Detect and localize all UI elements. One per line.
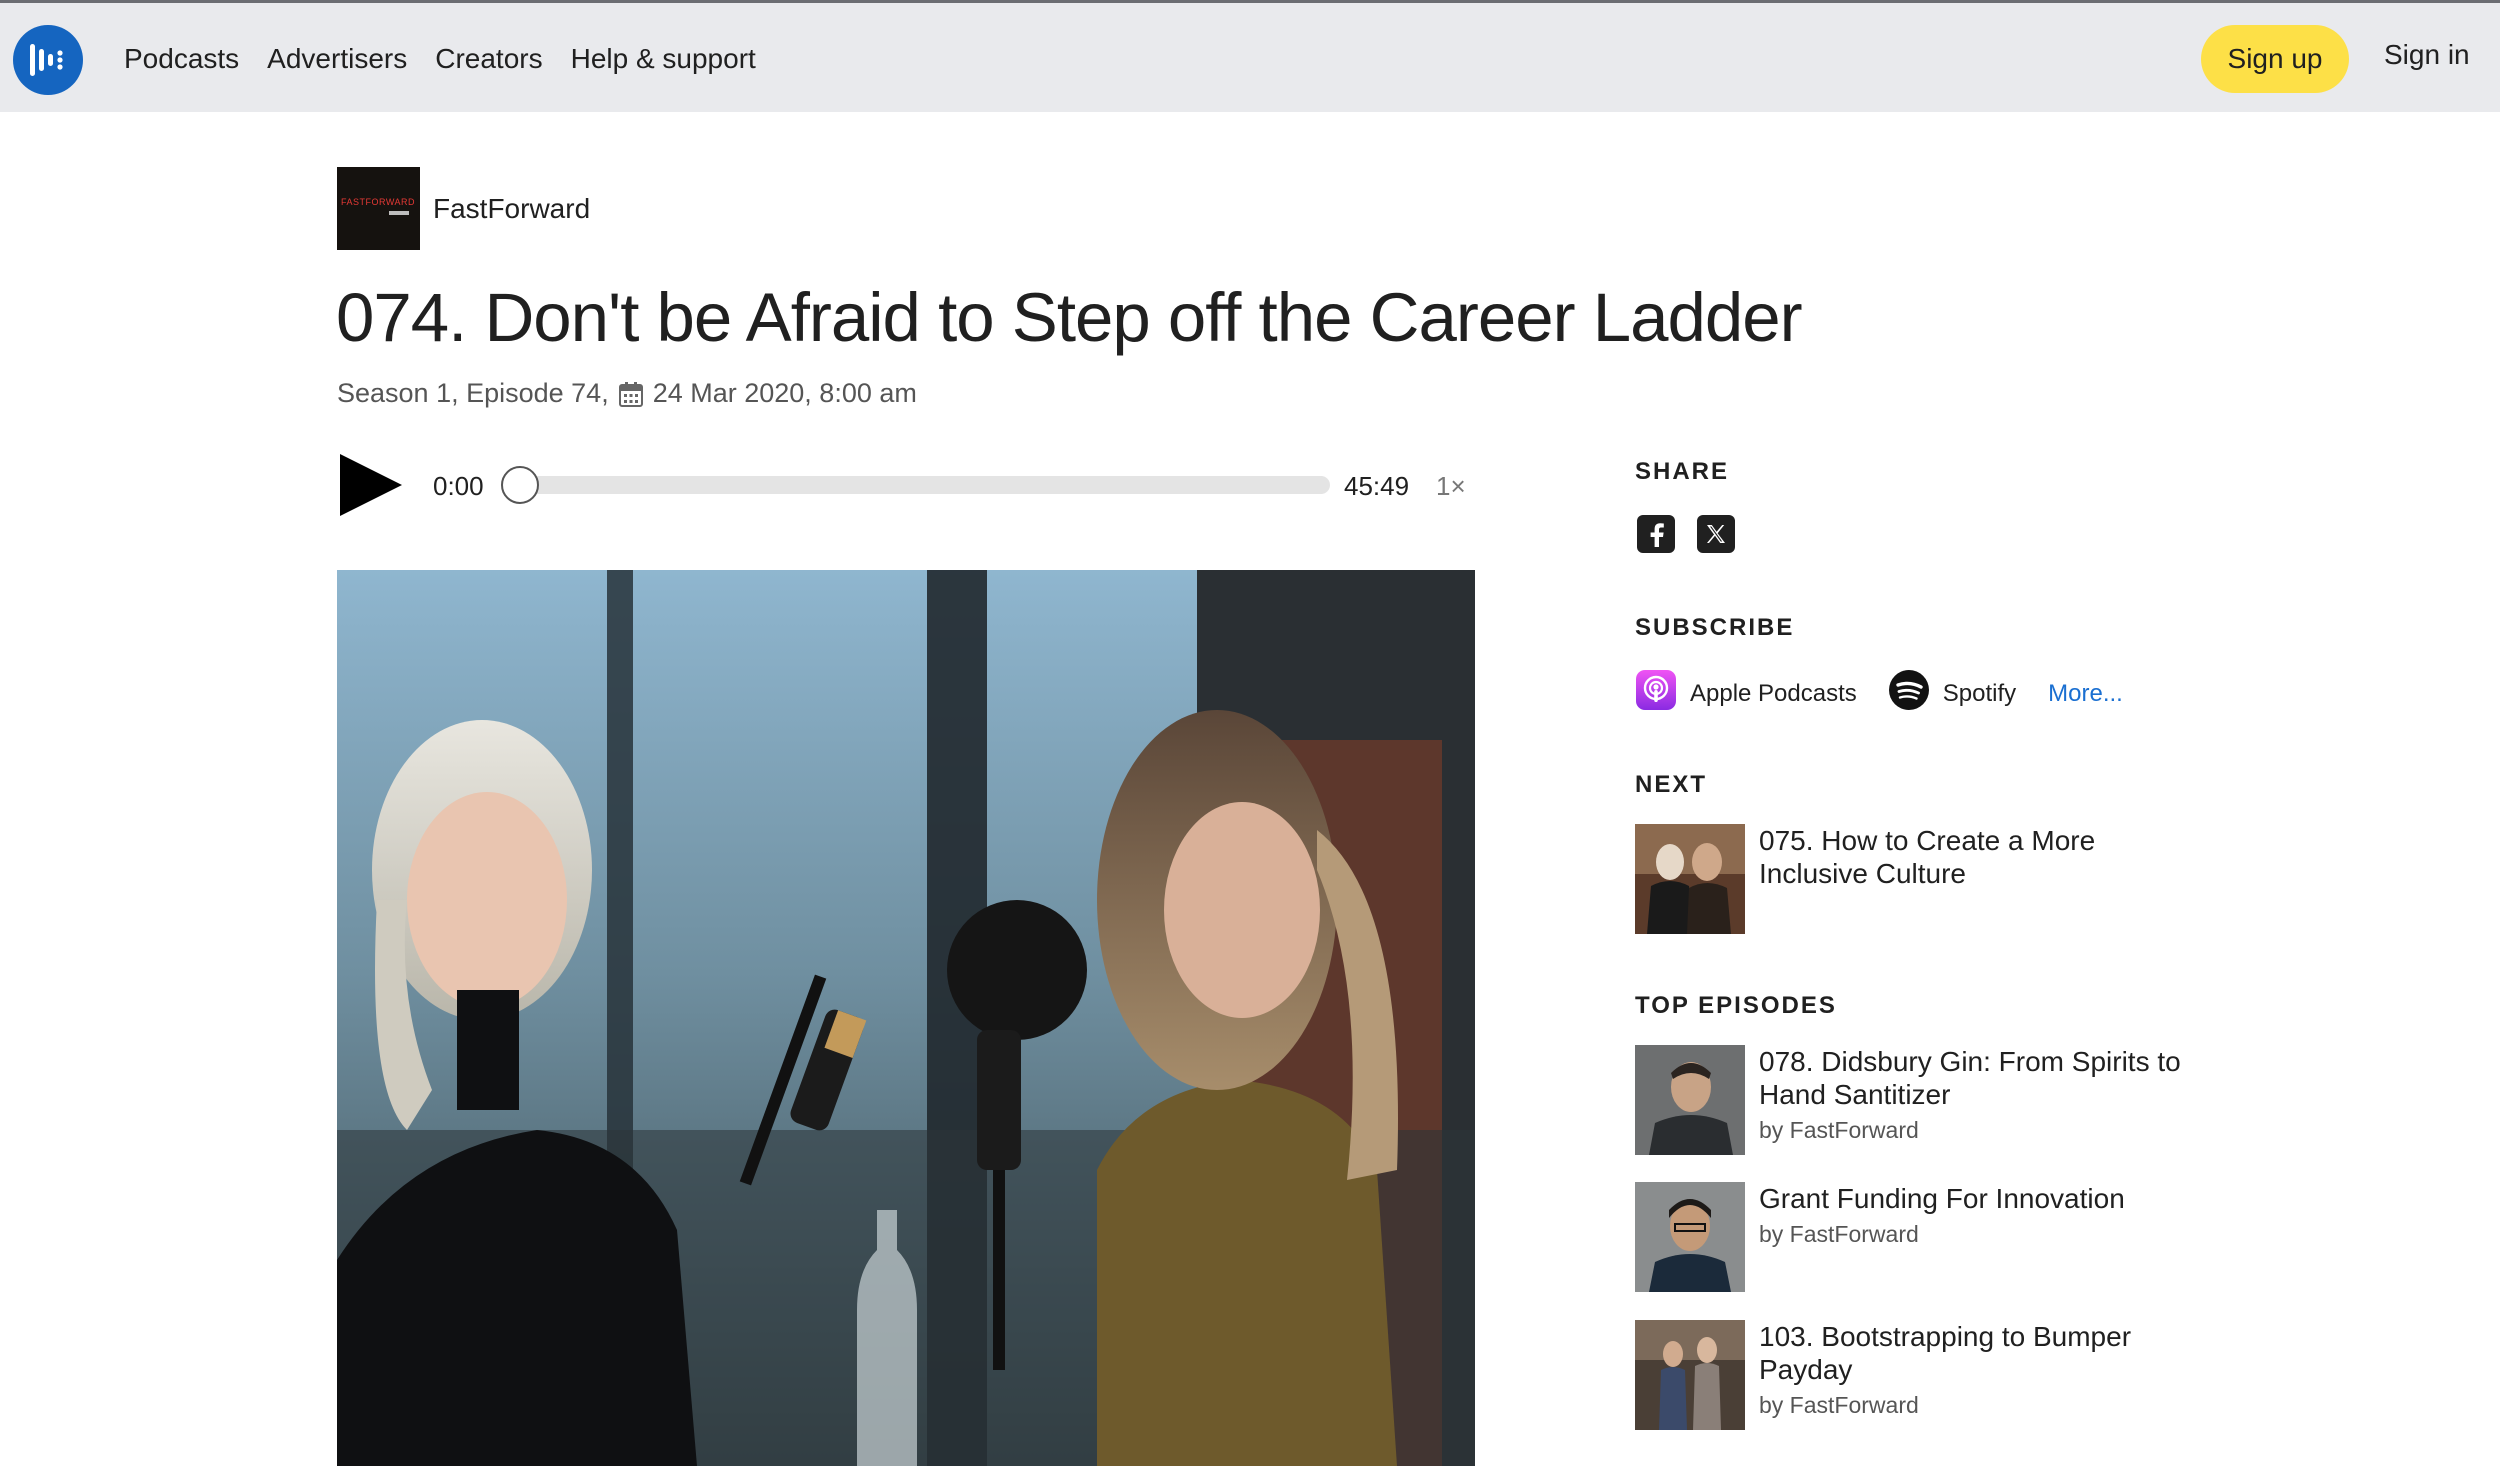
publish-date: 24 Mar 2020, 8:00 am [652,378,917,408]
progress-track[interactable] [520,476,1330,494]
top-episode-thumbnail [1635,1182,1745,1292]
top-episodes-heading: TOP EPISODES [1635,992,1837,1019]
nav-podcasts-link[interactable]: Podcasts [124,43,239,75]
apple-podcasts-label: Apple Podcasts [1690,679,1857,707]
x-icon[interactable] [1697,515,1735,553]
next-episode-card[interactable]: 075. How to Create a More Inclusive Cult… [1635,824,2199,934]
sign-in-link[interactable]: Sign in [2384,39,2470,71]
subscribe-options: Apple Podcasts Spotify More... [1636,670,2123,717]
show-artwork-mark [389,211,409,215]
sign-up-button[interactable]: Sign up [2201,25,2349,93]
season-episode-label: Season 1, Episode 74, [337,378,609,408]
nav-creators-link[interactable]: Creators [435,43,542,75]
spotify-label: Spotify [1942,679,2017,707]
subscribe-heading: SUBSCRIBE [1635,614,1795,641]
progress-scrubber-handle[interactable] [501,466,539,504]
play-button[interactable] [338,452,404,518]
episode-artwork-image [337,570,1475,1466]
show-artwork[interactable]: FASTFORWARD [337,167,420,250]
episode-title: 074. Don't be Afraid to Step off the Car… [336,279,1803,356]
total-duration: 45:49 [1344,471,1410,501]
playback-speed-button[interactable]: 1× [1436,471,1466,502]
top-episode-item[interactable]: 103. Bootstrapping to Bumper Payday by F… [1635,1320,2199,1430]
nav-help-support-link[interactable]: Help & support [571,43,756,75]
nav-advertisers-link[interactable]: Advertisers [267,43,407,75]
top-episode-item[interactable]: 078. Didsbury Gin: From Spirits to Hand … [1635,1045,2199,1155]
audioboom-logo-icon[interactable] [13,25,83,95]
current-time: 0:00 [433,471,484,501]
next-episode-thumbnail [1635,824,1745,934]
apple-podcasts-link[interactable]: Apple Podcasts [1636,670,1857,717]
top-episode-author: by FastForward [1759,1392,1919,1418]
calendar-icon [618,381,643,407]
more-subscribe-link[interactable]: More... [2048,680,2123,708]
main-nav: Podcasts Advertisers Creators Help & sup… [124,3,756,115]
next-heading: NEXT [1635,771,1708,798]
top-episode-title: 103. Bootstrapping to Bumper Payday [1759,1321,2132,1385]
top-episode-thumbnail [1635,1320,1745,1430]
top-episode-title: 078. Didsbury Gin: From Spirits to Hand … [1759,1046,2181,1110]
top-episode-item[interactable]: Grant Funding For Innovation by FastForw… [1635,1182,2199,1292]
show-artwork-text: FASTFORWARD [341,197,416,207]
top-episode-author: by FastForward [1759,1221,1919,1247]
top-episode-thumbnail [1635,1045,1745,1155]
next-episode-title: 075. How to Create a More Inclusive Cult… [1759,825,2096,889]
spotify-link[interactable]: Spotify [1888,670,2017,717]
share-icons [1637,515,1735,553]
share-heading: SHARE [1635,458,1730,485]
facebook-icon[interactable] [1637,515,1675,553]
spotify-icon [1888,670,1929,717]
play-icon [340,454,402,516]
top-nav-bar: Podcasts Advertisers Creators Help & sup… [0,0,2500,112]
top-episode-title: Grant Funding For Innovation [1759,1183,2125,1214]
show-name-link[interactable]: FastForward [433,193,590,225]
apple-podcasts-icon [1636,670,1676,717]
episode-meta: Season 1, Episode 74, 24 Mar 2020, 8:00 … [337,378,917,409]
top-episode-author: by FastForward [1759,1117,1919,1143]
